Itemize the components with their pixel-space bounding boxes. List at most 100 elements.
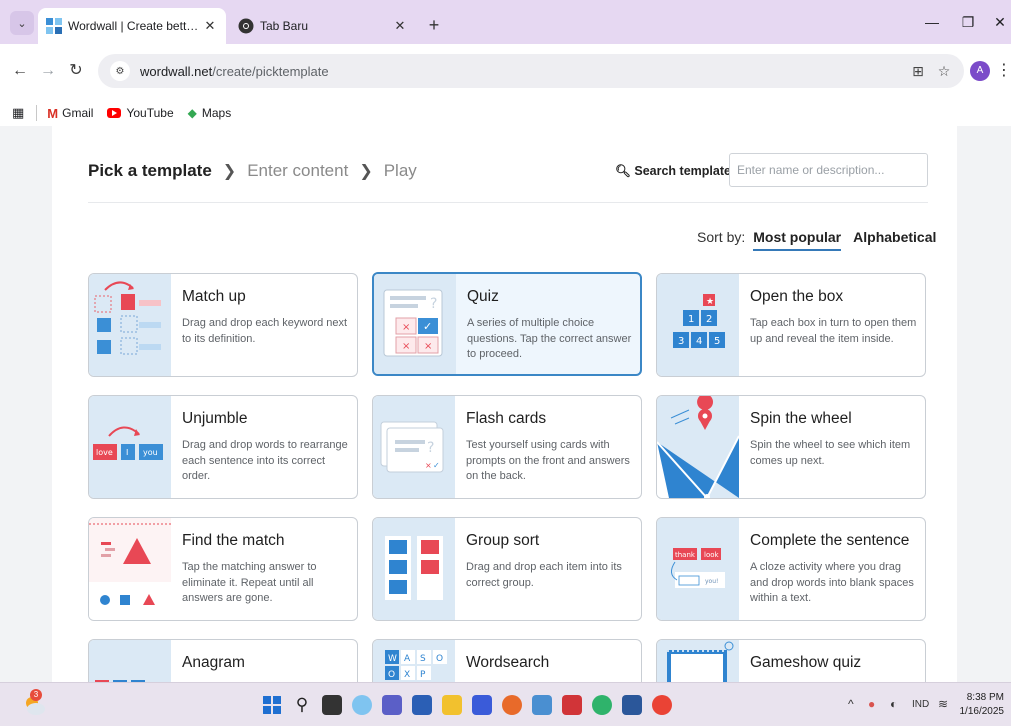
match-up-illustration xyxy=(94,281,161,355)
flash-cards-thumbnail: ? × ✓ xyxy=(373,396,455,498)
template-description: Tap each box in turn to open them up and… xyxy=(750,317,917,345)
tab-title: Tab Baru xyxy=(260,19,309,33)
task-view-icon[interactable] xyxy=(322,695,342,715)
template-title: Anagram xyxy=(182,654,245,671)
gameshow-quiz-illustration xyxy=(667,641,734,682)
forward-arrow-icon[interactable]: → xyxy=(38,61,58,81)
wordsearch-illustration: W A S O O X P xyxy=(385,650,447,680)
template-card-unjumble[interactable]: love I you Unjumble Drag and drop words … xyxy=(88,395,358,499)
anagram-illustration xyxy=(95,680,145,682)
template-card-spin-the-wheel[interactable]: Spin the wheel Spin the wheel to see whi… xyxy=(656,395,926,499)
template-title: Open the box xyxy=(750,288,844,305)
group-sort-thumbnail xyxy=(373,518,455,620)
svg-text:3: 3 xyxy=(678,336,684,347)
taskbar-search-icon[interactable]: ⚲ xyxy=(292,695,312,715)
whatsapp-icon[interactable] xyxy=(592,695,612,715)
template-description: A series of multiple choice questions. T… xyxy=(467,317,632,360)
back-arrow-icon[interactable]: ← xyxy=(10,61,30,81)
tray-chevron-up-icon[interactable]: ^ xyxy=(848,697,854,711)
tab-tab-baru[interactable]: Tab Baru ✕ xyxy=(228,8,418,44)
app-icon[interactable] xyxy=(472,695,492,715)
gmail-icon: M xyxy=(47,105,59,121)
svg-text:✓: ✓ xyxy=(433,461,440,470)
svg-text:4: 4 xyxy=(696,336,702,347)
chrome-icon[interactable] xyxy=(652,695,672,715)
template-card-flash-cards[interactable]: ? × ✓ Flash cards Test yourself using ca… xyxy=(372,395,642,499)
svg-text:X: X xyxy=(404,670,410,680)
svg-text:O: O xyxy=(388,670,395,680)
tray-app-icon[interactable]: ◐ xyxy=(890,697,897,711)
svg-text:P: P xyxy=(420,670,426,680)
find-the-match-thumbnail xyxy=(89,518,171,620)
tray-app-icon[interactable]: ● xyxy=(868,697,875,711)
svg-text:thank: thank xyxy=(675,551,696,559)
taskbar-clock[interactable]: 8:38 PM 1/16/2025 xyxy=(958,691,1005,719)
address-bar[interactable]: ⚙ wordwall.net/create/picktemplate ⊞ ☆ xyxy=(98,54,964,88)
template-card-anagram[interactable]: Anagram xyxy=(88,639,358,682)
template-card-gameshow-quiz[interactable]: Gameshow quiz xyxy=(656,639,926,682)
teams-icon[interactable] xyxy=(382,695,402,715)
file-explorer-icon[interactable] xyxy=(442,695,462,715)
svg-text:W: W xyxy=(388,654,397,664)
firefox-icon[interactable] xyxy=(502,695,522,715)
header-divider xyxy=(88,202,928,203)
search-templates-input[interactable] xyxy=(729,153,928,187)
svg-text:★: ★ xyxy=(706,297,714,307)
store-icon[interactable] xyxy=(412,695,432,715)
bookmark-maps[interactable]: ◆ Maps xyxy=(188,106,232,120)
restore-icon[interactable]: ❐ xyxy=(958,14,978,31)
copilot-icon[interactable] xyxy=(352,695,372,715)
tab-wordwall[interactable]: Wordwall | Create better lessons quicker… xyxy=(38,8,226,44)
windows-start-icon[interactable] xyxy=(262,695,282,715)
bookmark-star-icon[interactable]: ☆ xyxy=(934,61,954,81)
wifi-volume-icon[interactable]: ≋ xyxy=(938,697,948,711)
close-tab-icon[interactable]: ✕ xyxy=(202,18,218,34)
template-card-complete-the-sentence[interactable]: thank look you! Complete the sentence A … xyxy=(656,517,926,621)
template-description: Test yourself using cards with prompts o… xyxy=(466,439,630,482)
sort-by-label: Sort by: xyxy=(697,229,746,245)
svg-text:2: 2 xyxy=(706,314,712,325)
template-card-match-up[interactable]: Match up Drag and drop each keyword next… xyxy=(88,273,358,377)
svg-text:you: you xyxy=(143,448,158,457)
youtube-icon xyxy=(107,108,122,118)
bookmark-separator xyxy=(36,105,38,121)
svg-text:you!: you! xyxy=(705,578,718,585)
sort-by: Sort by: Most popular Alphabetical xyxy=(697,229,948,251)
svg-text:×: × xyxy=(424,341,432,352)
template-card-open-the-box[interactable]: ★ 1 2 3 4 5 Open the box Tap each box in… xyxy=(656,273,926,377)
site-info-icon[interactable]: ⚙ xyxy=(110,61,130,81)
apps-grid-icon[interactable]: ▦ xyxy=(12,105,24,121)
template-card-group-sort[interactable]: Group sort Drag and drop each item into … xyxy=(372,517,642,621)
template-description: Drag and drop words to rearrange each se… xyxy=(182,439,348,482)
profile-avatar[interactable]: A xyxy=(970,61,990,81)
tab-search-chevron-icon[interactable]: ⌄ xyxy=(10,11,34,35)
close-tab-icon[interactable]: ✕ xyxy=(392,18,408,34)
language-indicator[interactable]: IND xyxy=(912,699,929,710)
reload-icon[interactable]: ↻ xyxy=(66,61,86,81)
chrome-menu-icon[interactable]: ⋮ xyxy=(996,60,1011,80)
svg-text:O: O xyxy=(436,654,443,664)
tab-strip: ⌄ Wordwall | Create better lessons quick… xyxy=(0,0,1011,44)
bookmark-youtube[interactable]: YouTube xyxy=(107,106,174,120)
sort-most-popular[interactable]: Most popular xyxy=(753,229,842,251)
app-icon[interactable] xyxy=(562,695,582,715)
spin-the-wheel-illustration xyxy=(657,396,739,498)
template-title: Unjumble xyxy=(182,410,248,427)
chevron-right-icon: ❯ xyxy=(359,163,373,180)
template-card-wordsearch[interactable]: W A S O O X P Wordsearch xyxy=(372,639,642,682)
group-sort-illustration xyxy=(385,536,443,600)
template-card-find-the-match[interactable]: Find the match Tap the matching answer t… xyxy=(88,517,358,621)
translate-icon[interactable]: ⊞ xyxy=(908,61,928,81)
close-window-icon[interactable]: ✕ xyxy=(990,14,1010,31)
template-title: Spin the wheel xyxy=(750,410,852,427)
template-card-quiz[interactable]: ? × ✓ × × Quiz A series of multiple choi… xyxy=(372,272,642,376)
word-icon[interactable] xyxy=(622,695,642,715)
svg-text:×: × xyxy=(425,461,432,470)
match-up-thumbnail xyxy=(89,274,171,376)
minimize-icon[interactable]: — xyxy=(922,14,942,30)
bookmark-gmail[interactable]: M Gmail xyxy=(47,106,93,121)
svg-text:love: love xyxy=(96,448,113,457)
sort-alphabetical[interactable]: Alphabetical xyxy=(853,229,936,249)
app-icon[interactable] xyxy=(532,695,552,715)
new-tab-plus-icon[interactable]: + xyxy=(424,15,444,36)
